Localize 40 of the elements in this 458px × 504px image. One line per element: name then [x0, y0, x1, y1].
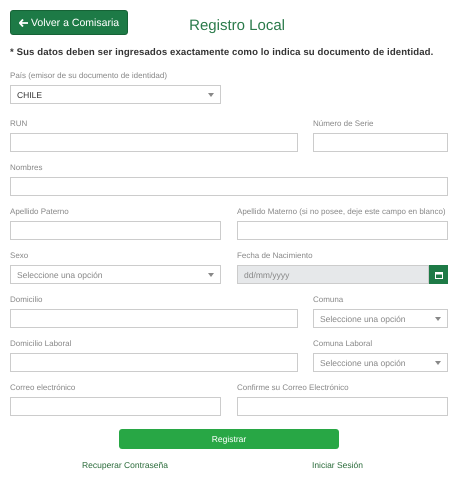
field-label: Comuna [313, 294, 344, 305]
calendar-button[interactable] [429, 265, 448, 284]
notice-text: * Sus datos deben ser ingresados exactamente como lo indica su documento de identidad. [10, 47, 434, 58]
field-label: Apellido Materno (si no posee, deje este campo en blanco) [237, 206, 447, 217]
caret-icon [208, 92, 214, 96]
field-label: Confirme su Correo Electrónico [237, 382, 350, 393]
input-field[interactable] [10, 133, 298, 152]
input-field[interactable] [10, 177, 448, 196]
calendar-icon [434, 270, 442, 278]
input-field[interactable] [10, 397, 221, 416]
input-field[interactable] [237, 397, 448, 416]
link[interactable]: Iniciar Sesión [312, 460, 363, 470]
field-label: Comuna Laboral [313, 338, 374, 349]
input-field[interactable] [10, 309, 298, 328]
field-label: Nombres [10, 162, 44, 173]
field-label: RUN [10, 118, 28, 129]
field-label: País (emisor de su documento de identidad) [10, 70, 168, 81]
select-field[interactable]: CHILE [10, 85, 221, 104]
select-field[interactable]: Seleccione una opción [313, 353, 448, 372]
field-label: Correo electrónico [10, 382, 76, 393]
field-label: Domicilio Laboral [10, 338, 72, 349]
field-label: Sexo [10, 250, 30, 261]
register-button[interactable]: Registrar [119, 429, 339, 449]
select-field[interactable]: Seleccione una opción [313, 309, 448, 328]
caret-icon [208, 272, 214, 276]
input-field[interactable] [10, 353, 298, 372]
caret-icon [435, 360, 441, 364]
link[interactable]: Recuperar Contraseña [82, 460, 168, 470]
input-field[interactable] [10, 221, 221, 240]
page-title: Registro Local [189, 17, 286, 34]
arrow-left-icon [19, 18, 28, 26]
field-label: Fecha de Nacimiento [237, 250, 314, 261]
caret-icon [435, 316, 441, 320]
input-field[interactable] [237, 221, 448, 240]
field-label: Número de Serie [313, 118, 374, 129]
field-label: Apellido Paterno [10, 206, 70, 217]
input-field[interactable] [313, 133, 448, 152]
select-field[interactable]: Seleccione una opción [10, 265, 221, 284]
back-button[interactable]: Volver a Comisaria [10, 10, 128, 35]
field-label: Domicilio [10, 294, 44, 305]
